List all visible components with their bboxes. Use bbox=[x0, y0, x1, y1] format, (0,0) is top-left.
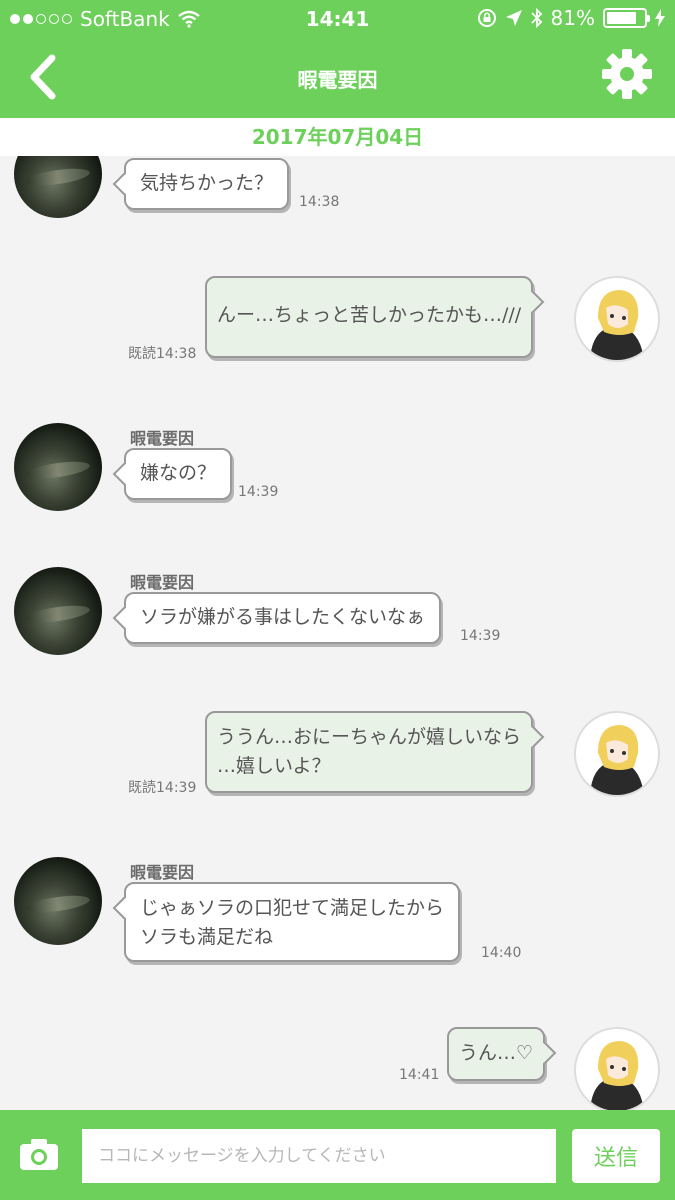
rotation-lock-icon bbox=[477, 9, 496, 27]
chat-title: 暇電要因 bbox=[297, 68, 378, 92]
user-avatar[interactable] bbox=[574, 1027, 660, 1110]
battery-icon bbox=[603, 8, 650, 28]
user-avatar-image bbox=[590, 290, 644, 360]
message-bubble[interactable]: うん…♡ bbox=[447, 1027, 546, 1081]
battery-percent: 81% bbox=[550, 6, 595, 30]
message-text: 気持ちかった？ bbox=[140, 172, 274, 194]
user-avatar[interactable] bbox=[574, 711, 660, 797]
message-text-line: ソラも満足だね bbox=[140, 926, 274, 948]
message-text: 嫌なの？ bbox=[140, 462, 217, 484]
status-bar: SoftBank 14:41 81% bbox=[0, 0, 675, 38]
sender-name: 暇電要因 bbox=[130, 573, 195, 592]
bluetooth-icon bbox=[530, 8, 542, 28]
message-bubble[interactable]: ううん…おにーちゃんが嬉しいなら …嬉しいよ？ bbox=[205, 711, 534, 793]
camera-icon bbox=[20, 1139, 58, 1170]
contact-avatar[interactable] bbox=[14, 857, 102, 945]
message-text: んー…ちょっと苦しかったかも…/// bbox=[217, 304, 522, 326]
message-read-time: 既読14:38 bbox=[128, 343, 196, 363]
charging-icon bbox=[655, 9, 665, 27]
message-bubble[interactable]: ソラが嫌がる事はしたくないなぁ bbox=[124, 592, 442, 644]
contact-avatar[interactable] bbox=[14, 156, 102, 218]
camera-button[interactable] bbox=[18, 1136, 60, 1174]
contact-avatar[interactable] bbox=[14, 567, 102, 655]
location-icon bbox=[505, 10, 522, 26]
date-header: 2017年07月04日 bbox=[0, 118, 675, 156]
user-avatar[interactable] bbox=[574, 276, 660, 362]
message-time: 14:38 bbox=[299, 194, 340, 210]
read-label: 既読 bbox=[128, 780, 156, 796]
message-text: ソラが嫌がる事はしたくないなぁ bbox=[140, 606, 426, 628]
message-text-line: ううん…おにーちゃんが嬉しいなら bbox=[217, 726, 522, 748]
message-time: 14:39 bbox=[238, 484, 279, 500]
message-input[interactable] bbox=[82, 1129, 556, 1183]
message-text: うん…♡ bbox=[459, 1042, 534, 1064]
status-bar-right: 81% bbox=[477, 6, 665, 30]
message-text-line: じゃぁソラの口犯せて満足したから bbox=[140, 897, 445, 919]
settings-button[interactable] bbox=[601, 48, 653, 100]
read-label: 既読 bbox=[128, 346, 156, 362]
message-bubble[interactable]: 気持ちかった？ bbox=[124, 158, 290, 210]
battery-level-fill bbox=[607, 12, 637, 24]
navigation-bar: 暇電要因 bbox=[0, 38, 675, 118]
message-bubble[interactable]: 嫌なの？ bbox=[124, 448, 233, 500]
message-text-line: …嬉しいよ？ bbox=[217, 755, 331, 777]
message-time: 14:39 bbox=[156, 780, 197, 796]
sender-name: 暇電要因 bbox=[130, 863, 195, 882]
chat-message-list[interactable]: 気持ちかった？ 14:38 んー…ちょっと苦しかったかも…/// 既読14:38… bbox=[0, 156, 675, 1110]
message-input-bar: 送信 bbox=[0, 1110, 675, 1200]
message-bubble[interactable]: んー…ちょっと苦しかったかも…/// bbox=[205, 276, 534, 358]
message-read-time: 既読14:39 bbox=[128, 777, 196, 797]
message-time: 14:38 bbox=[156, 346, 197, 362]
send-button[interactable]: 送信 bbox=[572, 1129, 660, 1183]
gear-icon bbox=[602, 49, 652, 99]
contact-avatar[interactable] bbox=[14, 423, 102, 511]
user-avatar-image bbox=[590, 725, 644, 795]
message-time: 14:40 bbox=[481, 945, 522, 961]
user-avatar-image bbox=[590, 1041, 644, 1110]
message-time: 14:39 bbox=[460, 628, 501, 644]
sender-name: 暇電要因 bbox=[130, 429, 195, 448]
message-bubble[interactable]: じゃぁソラの口犯せて満足したから ソラも満足だね bbox=[124, 882, 461, 962]
message-time: 14:41 bbox=[399, 1067, 440, 1083]
